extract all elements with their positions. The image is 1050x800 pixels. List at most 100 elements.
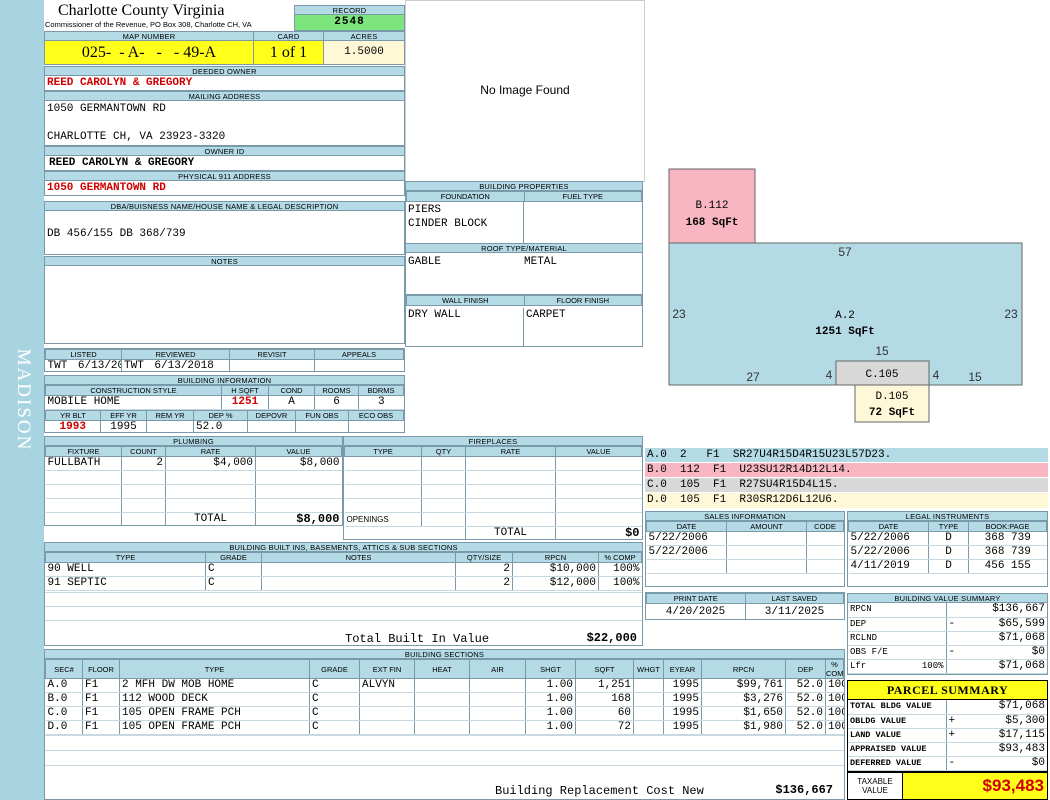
section-shgt: 1.00 <box>525 720 576 735</box>
ecoobs-label: ECO OBS <box>348 410 404 421</box>
section-comp: 100% <box>825 706 844 721</box>
cond-label: COND <box>268 385 315 396</box>
sketch-legend: A.0 2 F1 SR27U4R15D4R15U23L57D23. B.0 11… <box>645 448 1048 508</box>
legal-header: TYPE <box>928 521 969 532</box>
section-type: 2 MFH DW MOB HOME <box>119 678 310 693</box>
section-eyear: 1995 <box>663 692 702 707</box>
sketch-a-area: 1251 SqFt <box>815 326 874 338</box>
value-summary-value: $71,068 <box>998 631 1045 644</box>
acres-box: ACRES 1.5000 <box>323 31 405 65</box>
plumbing-header: RATE <box>165 446 256 457</box>
legal-description-label: DBA/BUISNESS NAME/HOUSE NAME & LEGAL DES… <box>45 202 404 211</box>
section-eyear: 1995 <box>663 706 702 721</box>
reviewed-cell: TWT 6/13/2018 <box>121 359 230 371</box>
map-number-value: 025- - A- - - 49-A <box>45 41 253 64</box>
parcel-row: APPRAISED VALUE $93,483 <box>848 742 1047 757</box>
fireplaces-openings-label: OPENINGS <box>344 512 422 527</box>
table-row: 5/22/2006 D 368 739 <box>848 545 1047 560</box>
legal-date: 4/11/2019 <box>848 559 929 574</box>
yrblt-value: 1993 <box>45 420 101 432</box>
sales-date: 5/22/2006 <box>646 531 727 546</box>
effyr-label: EFF YR <box>100 410 147 421</box>
taxable-value-label: TAXABLE VALUE <box>848 773 903 799</box>
remyr-value <box>146 420 194 432</box>
parcel-label: DEFERRED VALUE <box>848 756 946 771</box>
parcel-row: DEFERRED VALUE - $0 <box>848 756 1047 771</box>
section-grade: C <box>309 692 360 707</box>
dim-right: 23 <box>1004 307 1018 321</box>
built-in-rpcn: $12,000 <box>512 576 599 591</box>
built-in-grade: C <box>205 576 262 591</box>
parcel-summary-title: PARCEL SUMMARY <box>848 681 1047 700</box>
dep-label: DEP % <box>193 410 248 421</box>
effyr-value: 1995 <box>100 420 147 432</box>
section-shgt: 1.00 <box>525 678 576 693</box>
section-rpcn: $3,276 <box>701 692 786 707</box>
county-title: Charlotte County Virginia <box>58 2 225 19</box>
section-comp: 100% <box>825 720 844 735</box>
table-row: C.0 F1 105 OPEN FRAME PCH C 1.00 60 1995 $1,650… <box>45 706 844 721</box>
foundation-label: FOUNDATION <box>406 191 525 202</box>
parcel-label: LAND VALUE <box>848 728 946 743</box>
style-label: CONSTRUCTION STYLE <box>45 385 222 396</box>
owner-id-label: OWNER ID <box>45 147 404 156</box>
foundation-value-2: CINDER BLOCK <box>408 218 488 230</box>
physical-address-value: 1050 GERMANTOWN RD <box>47 182 166 194</box>
parcel-row: TOTAL BLDG VALUE $71,068 <box>848 700 1047 715</box>
table-row: A.0 F1 2 MFH DW MOB HOME C ALVYN 1.00 1,251 199… <box>45 678 844 693</box>
fireplaces-title: FIREPLACES <box>344 437 642 446</box>
bdrms-value: 3 <box>358 395 404 410</box>
listed-cell: TWT 6/13/2018 <box>45 359 122 371</box>
foundation-value-1: PIERS <box>408 204 442 216</box>
depovr-label: DEPOVR <box>247 410 296 421</box>
fireplaces-box: FIREPLACES TYPE QTY RATE VALUE OPENINGS TOT… <box>343 436 643 540</box>
print-date-label: PRINT DATE <box>646 593 746 604</box>
legal-type: D <box>928 559 969 574</box>
sections-header: AIR <box>469 659 526 679</box>
style-value: MOBILE HOME <box>45 395 222 410</box>
dim-c-left: 4 <box>826 368 833 382</box>
parcel-value: $93,483 <box>998 742 1045 755</box>
notes-box: NOTES <box>44 256 405 344</box>
table-row: 4/11/2019 D 456 155 <box>848 559 1047 574</box>
plumbing-header: COUNT <box>121 446 166 457</box>
value-summary-value: $0 <box>1031 645 1045 658</box>
record-value: 2548 <box>295 15 404 30</box>
parcel-label: OBLDG VALUE <box>848 714 946 729</box>
building-properties-box: BUILDING PROPERTIES FOUNDATION FUEL TYPE … <box>405 181 643 347</box>
last-saved-label: LAST SAVED <box>744 593 844 604</box>
sales-box: SALES INFORMATION DATE AMOUNT CODE 5/22/20… <box>645 511 845 587</box>
plumbing-count: 2 <box>121 456 166 471</box>
fireplaces-header: TYPE <box>344 446 422 457</box>
listed-box: LISTEDREVIEWEDREVISITAPPEALS TWT 6/13/20… <box>44 348 405 372</box>
built-in-comp: 100% <box>598 562 642 577</box>
fireplaces-header: QTY <box>421 446 466 457</box>
mailing-line-1: 1050 GERMANTOWN RD <box>47 103 166 115</box>
funobs-value <box>295 420 349 432</box>
table-row: B.0 F1 112 WOOD DECK C 1.00 168 1995 $3,276 52.0… <box>45 692 844 707</box>
table-row: FULLBATH 2 $4,000 $8,000 <box>45 456 342 471</box>
plumbing-value: $8,000 <box>255 456 342 471</box>
sales-header: AMOUNT <box>726 521 807 532</box>
building-sketch: B.112 168 SqFt A.2 1251 SqFt C.105 D.105… <box>668 168 1023 423</box>
parcel-value: $17,115 <box>998 728 1045 741</box>
section-grade: C <box>309 706 360 721</box>
deeded-owner-box: DEEDED OWNER REED CAROLYN & GREGORY <box>44 66 405 91</box>
section-sqft: 1,251 <box>575 678 634 693</box>
section-dep: 52.0 <box>785 678 826 693</box>
plumbing-header: FIXTURE <box>45 446 122 457</box>
section-floor: F1 <box>82 720 120 735</box>
built-in-qty: 2 <box>455 562 513 577</box>
map-number-box: MAP NUMBER 025- - A- - - 49-A <box>44 31 254 65</box>
parcel-sign: + <box>948 728 956 741</box>
physical-address-box: PHYSICAL 911 ADDRESS 1050 GERMANTOWN RD <box>44 171 405 196</box>
taxable-value-box: TAXABLE VALUE $93,483 <box>847 772 1048 800</box>
value-summary-row: Lfr 100% $71,068 <box>848 659 1047 674</box>
yrblt-label: YR BLT <box>45 410 101 421</box>
sections-header: EYEAR <box>663 659 702 679</box>
appeals-cell <box>314 359 404 371</box>
sections-header: RPCN <box>701 659 786 679</box>
depovr-value <box>247 420 296 432</box>
parcel-sign: + <box>948 714 956 727</box>
section-sqft: 168 <box>575 692 634 707</box>
